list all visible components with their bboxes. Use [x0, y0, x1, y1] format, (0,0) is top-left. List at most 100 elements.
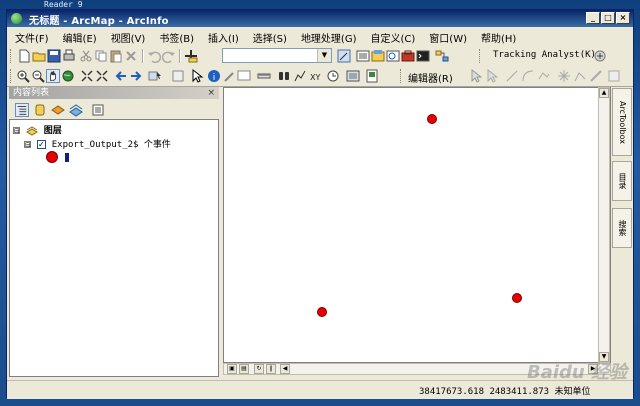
add-temporal-data-icon[interactable] [593, 49, 607, 63]
pause-drawing-icon[interactable]: ∥ [266, 364, 276, 374]
list-by-drawing-order-icon[interactable] [15, 103, 29, 117]
menu-customize[interactable]: 自定义(C) [371, 30, 416, 45]
menu-geoprocessing[interactable]: 地理处理(G) [301, 30, 357, 45]
toolbar-grip[interactable] [10, 49, 14, 63]
table-of-contents-icon[interactable] [356, 49, 370, 63]
catalog-icon[interactable] [371, 49, 385, 63]
layer-expander[interactable]: ⊟ [24, 141, 31, 149]
cut-icon[interactable] [79, 49, 93, 63]
go-to-xy-icon[interactable]: XY [309, 69, 323, 83]
menu-selection[interactable]: 选择(S) [253, 30, 287, 45]
menu-windows[interactable]: 窗口(W) [429, 30, 467, 45]
map-point-feature[interactable] [317, 307, 327, 317]
python-window-icon[interactable] [416, 49, 430, 63]
layer-row[interactable]: ⊟ ✓ Export_Output_2$ 个事件 [24, 137, 171, 150]
menu-bookmarks[interactable]: 书签(B) [159, 30, 194, 45]
fixed-zoom-in-icon[interactable] [80, 69, 94, 83]
edit-annotation-icon[interactable] [485, 69, 499, 83]
tracking-analyst-menu[interactable]: Tracking Analyst(K) [493, 50, 596, 60]
print-icon[interactable] [62, 49, 76, 63]
menu-bar: 文件(F) 编辑(E) 视图(V) 书签(B) 插入(I) 选择(S) 地理处理… [7, 27, 633, 47]
time-slider-icon[interactable] [326, 69, 340, 83]
menu-view[interactable]: 视图(V) [111, 30, 146, 45]
delete-icon[interactable] [124, 49, 138, 63]
edit-tool-icon[interactable] [469, 69, 483, 83]
undo-icon[interactable] [147, 49, 161, 63]
toc-options-icon[interactable] [91, 103, 105, 117]
layout-view-icon[interactable] [365, 69, 379, 83]
menu-help[interactable]: 帮助(H) [481, 30, 516, 45]
list-by-source-icon[interactable] [33, 103, 47, 117]
zoom-in-icon[interactable] [16, 69, 30, 83]
arctoolbox-icon[interactable] [401, 49, 415, 63]
back-arrow-icon[interactable] [114, 69, 128, 83]
layer-visibility-checkbox[interactable]: ✓ [36, 140, 46, 149]
list-by-visibility-icon[interactable] [51, 103, 65, 117]
map-point-feature[interactable] [427, 114, 437, 124]
hyperlink-icon[interactable] [222, 69, 236, 83]
editor-menu[interactable]: 编辑器(R) [408, 70, 453, 85]
scroll-left-arrow-icon[interactable]: ◀ [280, 364, 290, 374]
cut-polygons-icon[interactable] [589, 69, 603, 83]
map-scale-dropdown[interactable]: ▼ [222, 48, 332, 63]
find-binoculars-icon[interactable] [277, 69, 291, 83]
search-window-icon[interactable] [386, 49, 400, 63]
search-tab[interactable]: 搜索 [612, 208, 632, 248]
reshape-icon[interactable] [573, 69, 587, 83]
layers-expander[interactable]: ⊟ [13, 127, 20, 135]
redo-icon[interactable] [162, 49, 176, 63]
new-document-icon[interactable] [17, 49, 31, 63]
select-elements-icon[interactable] [190, 69, 204, 83]
toolbar-grip[interactable] [479, 49, 483, 63]
map-point-feature[interactable] [512, 293, 522, 303]
trace-icon[interactable] [537, 69, 551, 83]
find-route-icon[interactable] [293, 69, 307, 83]
layer-name-label[interactable]: Export_Output_2$ 个事件 [52, 140, 171, 150]
end-point-arc-icon[interactable] [521, 69, 535, 83]
close-button[interactable]: × [616, 12, 630, 24]
edit-vertices-icon[interactable] [557, 69, 571, 83]
menu-file[interactable]: 文件(F) [15, 30, 49, 45]
toolbar-grip[interactable] [10, 69, 14, 83]
copy-icon[interactable] [94, 49, 108, 63]
layers-root-row[interactable]: ⊟ 图层 [13, 123, 62, 136]
clear-selection-icon[interactable] [171, 69, 185, 83]
save-icon[interactable] [47, 49, 61, 63]
layout-view-button-icon[interactable]: ▤ [239, 364, 249, 374]
refresh-icon[interactable]: ↻ [254, 364, 264, 374]
menu-insert[interactable]: 插入(I) [208, 30, 239, 45]
create-viewer-icon[interactable] [346, 69, 360, 83]
select-features-icon[interactable] [148, 69, 162, 83]
chevron-down-icon[interactable]: ▼ [317, 49, 331, 62]
arctoolbox-tab[interactable]: ArcToolbox [612, 88, 632, 156]
straight-segment-icon[interactable] [505, 69, 519, 83]
editor-toolbar-icon[interactable] [337, 49, 351, 63]
menu-edit[interactable]: 编辑(E) [63, 30, 97, 45]
forward-arrow-icon[interactable] [129, 69, 143, 83]
full-extent-icon[interactable] [61, 69, 75, 83]
map-canvas[interactable] [223, 87, 611, 363]
list-by-selection-icon[interactable] [69, 103, 83, 117]
catalog-tab[interactable]: 目录 [612, 161, 632, 201]
map-vertical-scrollbar[interactable]: ▲ ▼ [598, 87, 610, 363]
standard-toolbar: ▼ Tracking Analyst(K) [7, 46, 633, 67]
pan-hand-icon[interactable] [46, 69, 60, 83]
identify-icon[interactable]: i [207, 69, 221, 83]
paste-icon[interactable] [109, 49, 123, 63]
maximize-button[interactable]: □ [601, 12, 615, 24]
minimize-button[interactable]: _ [586, 12, 600, 24]
arctoolbox-tab-label: ArcToolbox [618, 100, 627, 144]
measure-icon[interactable] [257, 69, 271, 83]
open-folder-icon[interactable] [32, 49, 46, 63]
fixed-zoom-out-icon[interactable] [95, 69, 109, 83]
scroll-up-arrow-icon[interactable]: ▲ [599, 88, 609, 98]
model-builder-icon[interactable] [435, 49, 449, 63]
toc-close-button[interactable]: × [207, 87, 215, 99]
data-view-button-icon[interactable]: ▣ [227, 364, 237, 374]
title-bar[interactable]: 无标题 - ArcMap - ArcInfo _ □ × [7, 10, 633, 27]
toolbar-grip[interactable] [400, 69, 404, 83]
html-popup-icon[interactable] [237, 69, 251, 83]
add-data-icon[interactable] [184, 49, 198, 63]
zoom-out-icon[interactable] [31, 69, 45, 83]
attributes-icon[interactable] [607, 69, 621, 83]
